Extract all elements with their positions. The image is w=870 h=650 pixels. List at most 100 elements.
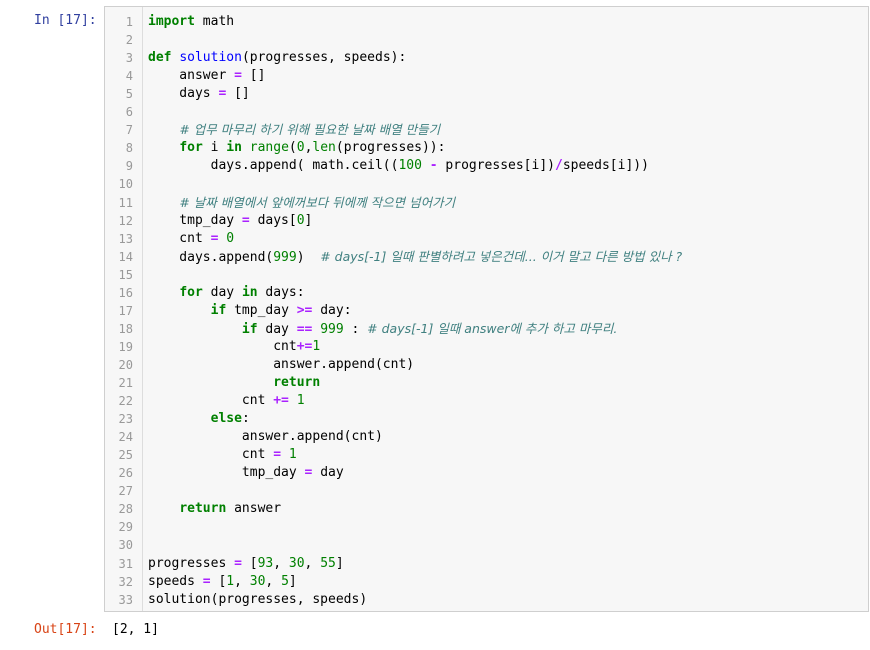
code-line: progresses = [93, 30, 55] — [148, 555, 344, 573]
line-number: 7 — [125, 123, 133, 138]
code-token: 30 — [288, 555, 305, 571]
code-token: range — [249, 140, 289, 156]
code-token: ] — [304, 212, 313, 228]
line-number: 22 — [118, 394, 133, 409]
code-token: [ — [241, 555, 258, 571]
code-token: # 업무 마무리 하기 위해 필요한 날짜 배열 만들기 — [179, 122, 441, 138]
code-token: (progresses, speeds): — [241, 50, 407, 66]
code-line: cnt += 1 — [148, 392, 305, 410]
line-number: 8 — [125, 141, 133, 156]
line-number: 26 — [118, 466, 133, 481]
code-token: 0 — [226, 230, 235, 246]
code-token: 999 — [273, 249, 297, 265]
code-line: return — [148, 374, 320, 392]
line-number: 9 — [125, 159, 133, 174]
code-token: - — [429, 158, 438, 174]
code-token: for — [179, 140, 203, 156]
code-token: [] — [226, 86, 250, 102]
code-token: == — [296, 321, 313, 337]
code-token: += — [273, 393, 289, 409]
code-line: else: — [148, 410, 250, 428]
code-token: # 날짜 배열에서 앞에꺼보다 뒤에께 작으면 넘어가기 — [179, 194, 456, 210]
code-token: [ — [210, 573, 227, 589]
code-token: def — [148, 50, 172, 66]
code-token: = — [273, 447, 282, 463]
code-line: days = [] — [148, 85, 250, 103]
code-token: answer.append(cnt) — [148, 356, 415, 372]
code-token: (progresses)): — [335, 140, 446, 156]
code-token: 0 — [296, 212, 305, 228]
code-token: 30 — [249, 573, 266, 589]
code-token: answer — [148, 68, 235, 84]
code-token: solution — [179, 50, 242, 66]
code-line: return answer — [148, 500, 281, 518]
line-number: 11 — [118, 195, 133, 210]
line-number: 30 — [118, 538, 133, 553]
code-token: solution(progresses, speeds) — [148, 591, 368, 607]
code-token: answer — [226, 501, 282, 517]
code-token: tmp_day — [226, 302, 297, 318]
line-number: 15 — [118, 267, 133, 282]
code-token: 999 — [320, 321, 344, 337]
code-token: return — [273, 375, 321, 390]
line-number: 21 — [118, 376, 133, 390]
output-prompt: Out[17]: — [34, 622, 97, 637]
line-number: 10 — [118, 177, 133, 192]
code-token: days.append( — [148, 249, 274, 265]
code-line: solution(progresses, speeds) — [148, 591, 367, 609]
code-line: speeds = [1, 30, 5] — [148, 573, 297, 591]
line-number: 2 — [125, 33, 133, 48]
line-number: 23 — [118, 412, 133, 427]
code-cell-editor[interactable]: 1 2 3 4 5 6 7 8 9 10 11 12 13 14 15 16 17 18 19 20 21 22 23 24 2… — [104, 6, 869, 612]
code-line: cnt = 1 — [148, 446, 297, 464]
line-number: 6 — [125, 105, 133, 120]
line-number: 28 — [118, 502, 133, 517]
code-line: for day in days: — [148, 284, 305, 302]
line-number: 14 — [118, 249, 133, 264]
code-token: cnt — [148, 338, 297, 354]
code-token: speeds[i])) — [562, 158, 649, 174]
code-token: 1 — [312, 338, 321, 354]
code-line: days.append(999) # days[-1] 일때 판별하려고 넣은건… — [148, 248, 682, 266]
code-line: for i in range(0,len(progresses)): — [148, 139, 445, 157]
code-token: 0 — [296, 140, 305, 156]
code-token: in — [226, 140, 242, 156]
code-line: answer.append(cnt) — [148, 428, 383, 446]
code-token: cnt — [148, 447, 274, 463]
code-token: import — [148, 14, 195, 29]
code-token: , — [234, 573, 250, 589]
code-line: tmp_day = days[0] — [148, 212, 312, 230]
code-token: math — [194, 14, 235, 29]
code-token: # days[-1] 일때 판별하려고 넣은건데... 이거 말고 다른 방법 … — [320, 248, 683, 264]
code-line: # 업무 마무리 하기 위해 필요한 날짜 배열 만들기 — [148, 121, 440, 139]
code-line: if day == 999 : # days[-1] 일때 answer에 추가… — [148, 320, 617, 338]
line-number: 3 — [125, 51, 133, 66]
code-line: tmp_day = day — [148, 464, 344, 482]
line-number: 4 — [125, 69, 133, 84]
code-token: days[ — [249, 212, 297, 228]
line-number: 18 — [118, 321, 133, 336]
line-number: 32 — [118, 574, 133, 589]
code-token: progresses — [148, 555, 235, 571]
code-token: , — [273, 555, 289, 571]
input-prompt: In [17]: — [34, 13, 97, 28]
code-token: 55 — [320, 555, 336, 571]
code-token: day — [257, 321, 297, 337]
code-token: tmp_day — [148, 212, 242, 228]
code-token: in — [241, 284, 258, 300]
code-token: days — [148, 86, 219, 102]
code-token: answer.append(cnt) — [148, 429, 383, 445]
code-line: import math — [148, 13, 234, 31]
code-token: days: — [257, 284, 305, 300]
code-token: # days[-1] 일때 answer에 추가 하고 마무리. — [367, 320, 618, 336]
code-token: 5 — [281, 573, 289, 589]
code-token: cnt — [148, 230, 211, 246]
code-token: = — [234, 555, 242, 571]
